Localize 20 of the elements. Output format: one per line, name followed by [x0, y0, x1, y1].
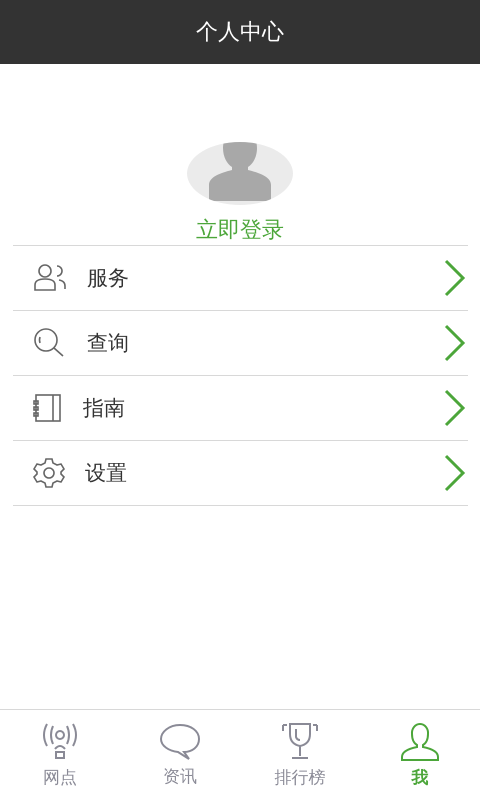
tab[interactable]: 排行榜	[240, 710, 360, 800]
trophy-icon	[279, 722, 321, 762]
chevron-right-icon	[444, 259, 466, 297]
tab[interactable]: 资讯	[120, 710, 240, 800]
chevron-right-icon	[444, 324, 466, 362]
person-icon	[399, 722, 441, 762]
settings-icon	[33, 457, 65, 489]
speech-bubble-icon	[159, 722, 201, 760]
login-link[interactable]: 立即登录	[196, 215, 284, 245]
menu-item[interactable]: 查询	[13, 311, 468, 376]
tab[interactable]: 我	[360, 710, 480, 800]
chevron-right-icon	[444, 389, 466, 427]
notebook-icon	[33, 393, 63, 423]
people-icon	[33, 263, 67, 293]
menu-item[interactable]: 服务	[13, 246, 468, 311]
menu-item[interactable]: 设置	[13, 441, 468, 506]
menu-item[interactable]: 指南	[13, 376, 468, 441]
page-title: 个人中心	[196, 19, 284, 47]
tab[interactable]: 网点	[0, 710, 120, 800]
chevron-right-icon	[444, 454, 466, 492]
